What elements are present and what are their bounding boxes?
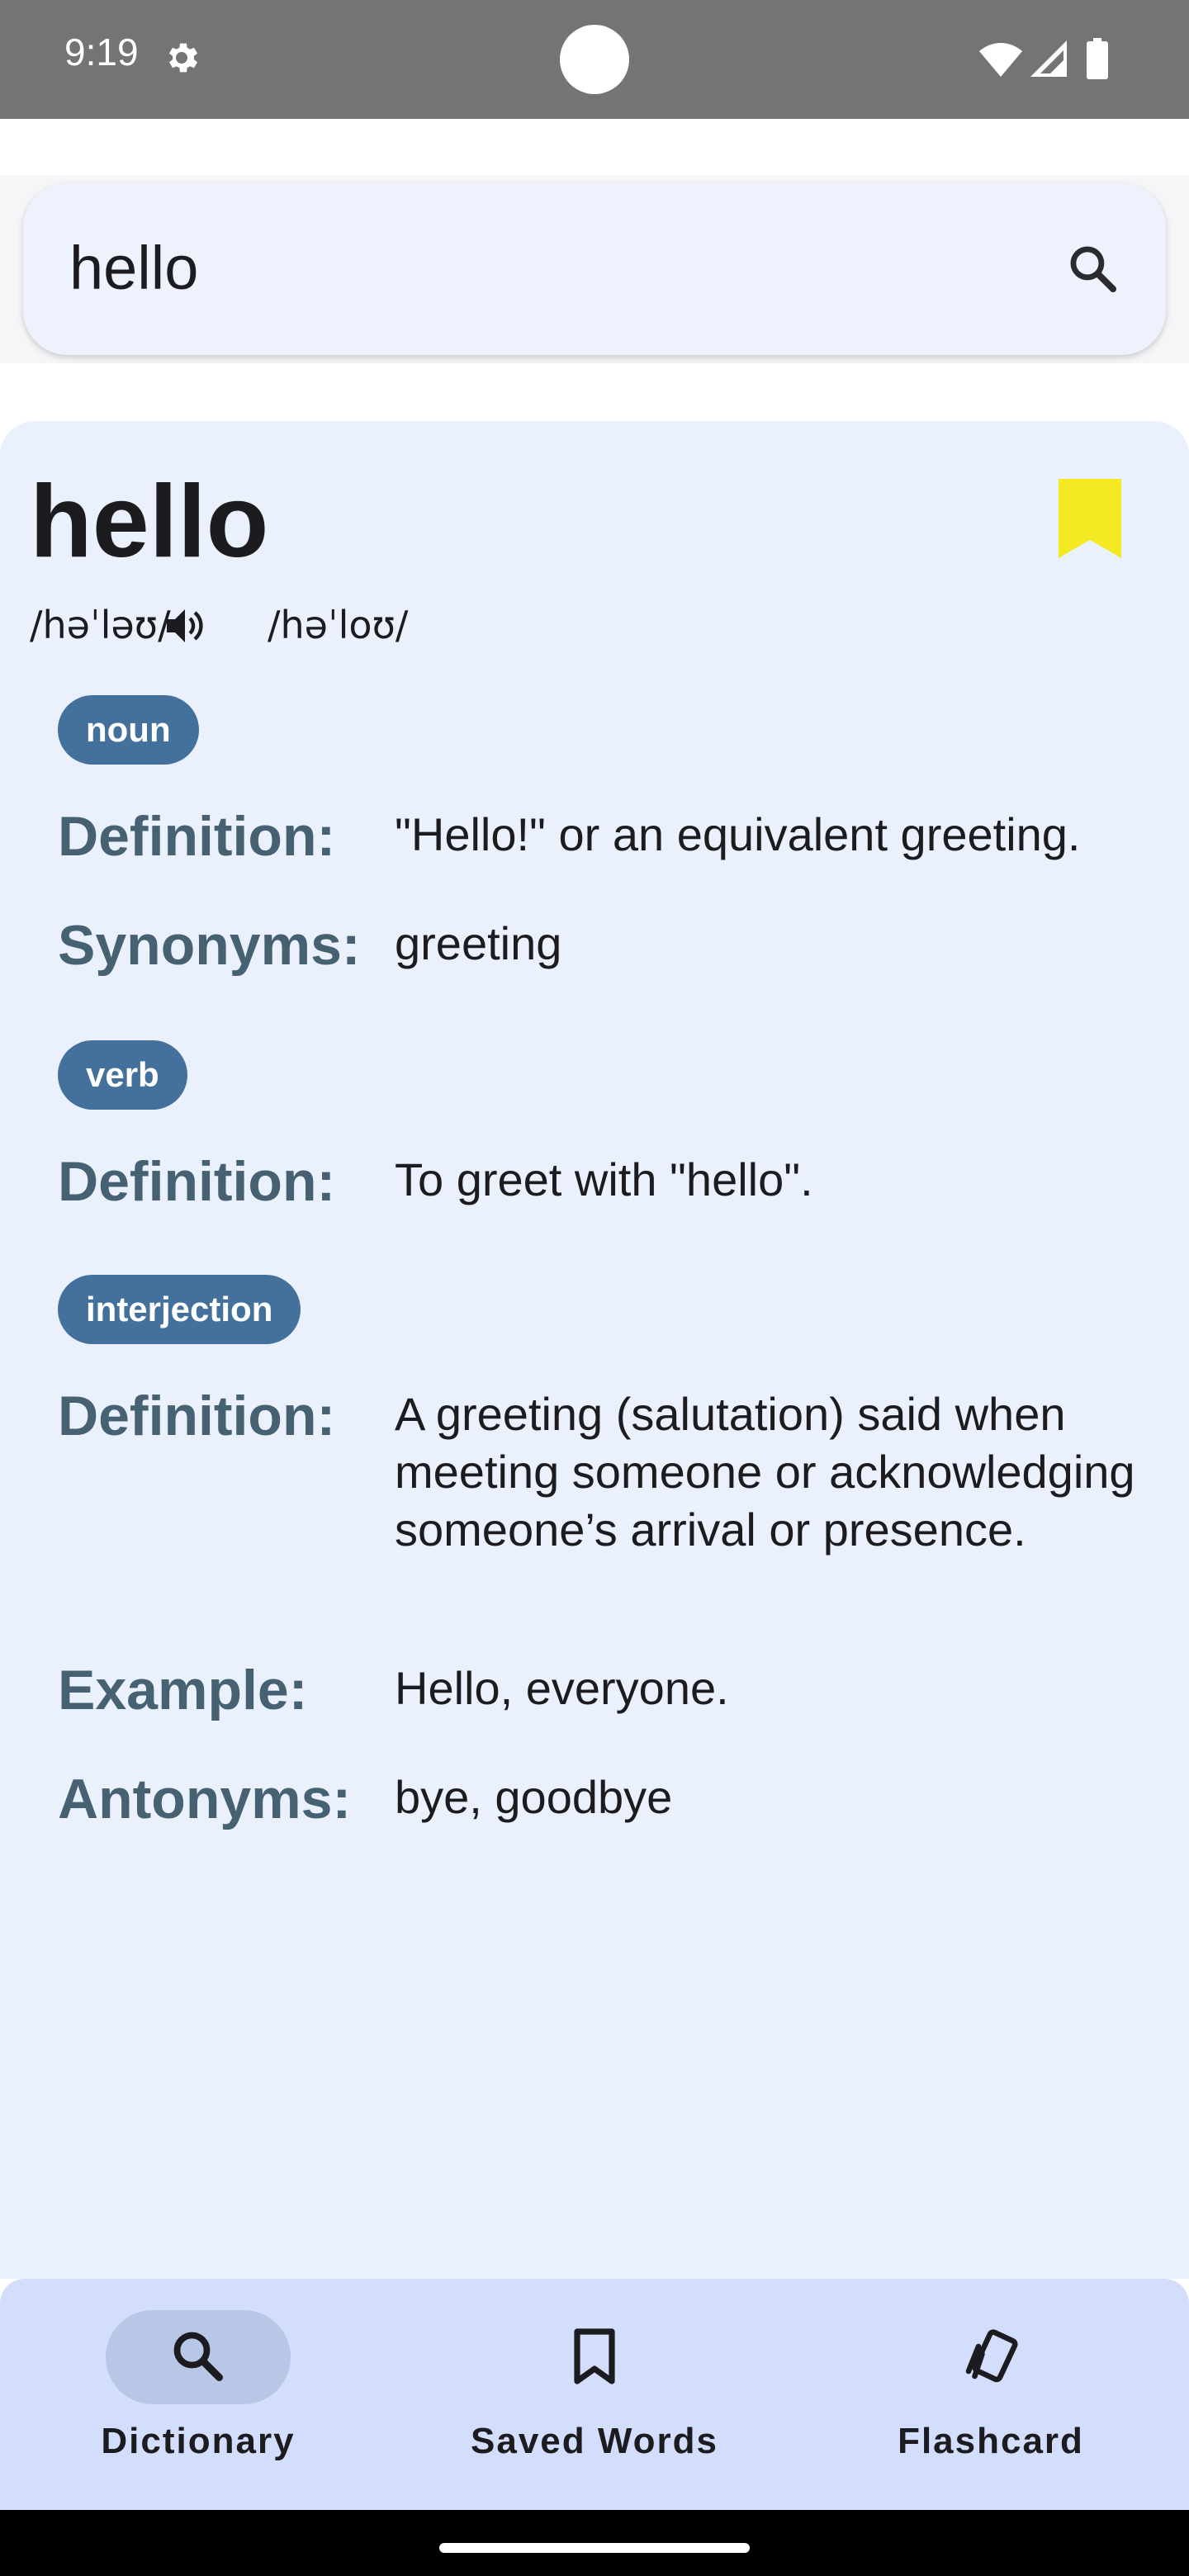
flashcards-icon: [965, 2329, 1018, 2383]
definition-text: "Hello!" or an equivalent greeting.: [395, 808, 1081, 860]
example-label: Example:: [58, 1659, 308, 1721]
synonyms-label: Synonyms:: [58, 914, 361, 977]
synonyms-text: greeting: [395, 917, 562, 969]
word-title: hello: [30, 465, 269, 579]
definition-text: A greeting (salutation) said when meetin…: [395, 1388, 1135, 1556]
definition-label: Definition:: [58, 1385, 336, 1447]
status-time: 9:19: [64, 31, 139, 73]
bookmark-outline-icon: [574, 2328, 615, 2384]
gear-icon: [169, 43, 197, 73]
bookmark-icon[interactable]: [1059, 479, 1121, 558]
antonyms-text: bye, goodbye: [395, 1771, 673, 1823]
home-gesture-handle[interactable]: [439, 2543, 750, 2553]
definition-text: To greet with "hello".: [395, 1153, 813, 1205]
nav-label: Saved Words: [471, 2421, 718, 2461]
gesture-navigation-bar: [0, 2510, 1189, 2576]
speaker-icon[interactable]: [167, 608, 206, 644]
pos-chip-verb: verb: [58, 1040, 187, 1110]
definition-label: Definition:: [58, 1150, 336, 1213]
battery-icon: [1087, 38, 1108, 79]
antonyms-label: Antonyms:: [58, 1768, 352, 1830]
phonetic-us: /həˈloʊ/: [268, 603, 409, 647]
camera-cutout: [560, 25, 629, 94]
wifi-icon: [979, 43, 1022, 77]
nav-item-dictionary[interactable]: Dictionary: [0, 2279, 396, 2510]
bottom-navigation: Dictionary Saved Words Flashcard: [0, 2279, 1189, 2510]
pos-chip-noun: noun: [58, 695, 199, 765]
search-icon: [173, 2332, 223, 2381]
nav-label: Dictionary: [101, 2421, 296, 2461]
search-input-text[interactable]: hello: [69, 234, 198, 302]
signal-icon: [1030, 40, 1067, 77]
status-bar: 9:19: [0, 0, 1189, 119]
definition-label: Definition:: [58, 805, 336, 868]
word-card: hello /həˈləʊ/ /həˈloʊ/ noun Definition:…: [0, 421, 1189, 2279]
nav-label: Flashcard: [898, 2421, 1084, 2461]
search-icon[interactable]: [1065, 241, 1121, 297]
phonetic-uk: /həˈləʊ/: [30, 603, 171, 647]
search-input[interactable]: hello: [23, 183, 1166, 355]
example-text: Hello, everyone.: [395, 1662, 729, 1714]
nav-item-flashcard[interactable]: Flashcard: [793, 2279, 1189, 2510]
pos-chip-interjection: interjection: [58, 1275, 301, 1344]
nav-item-saved-words[interactable]: Saved Words: [396, 2279, 793, 2510]
